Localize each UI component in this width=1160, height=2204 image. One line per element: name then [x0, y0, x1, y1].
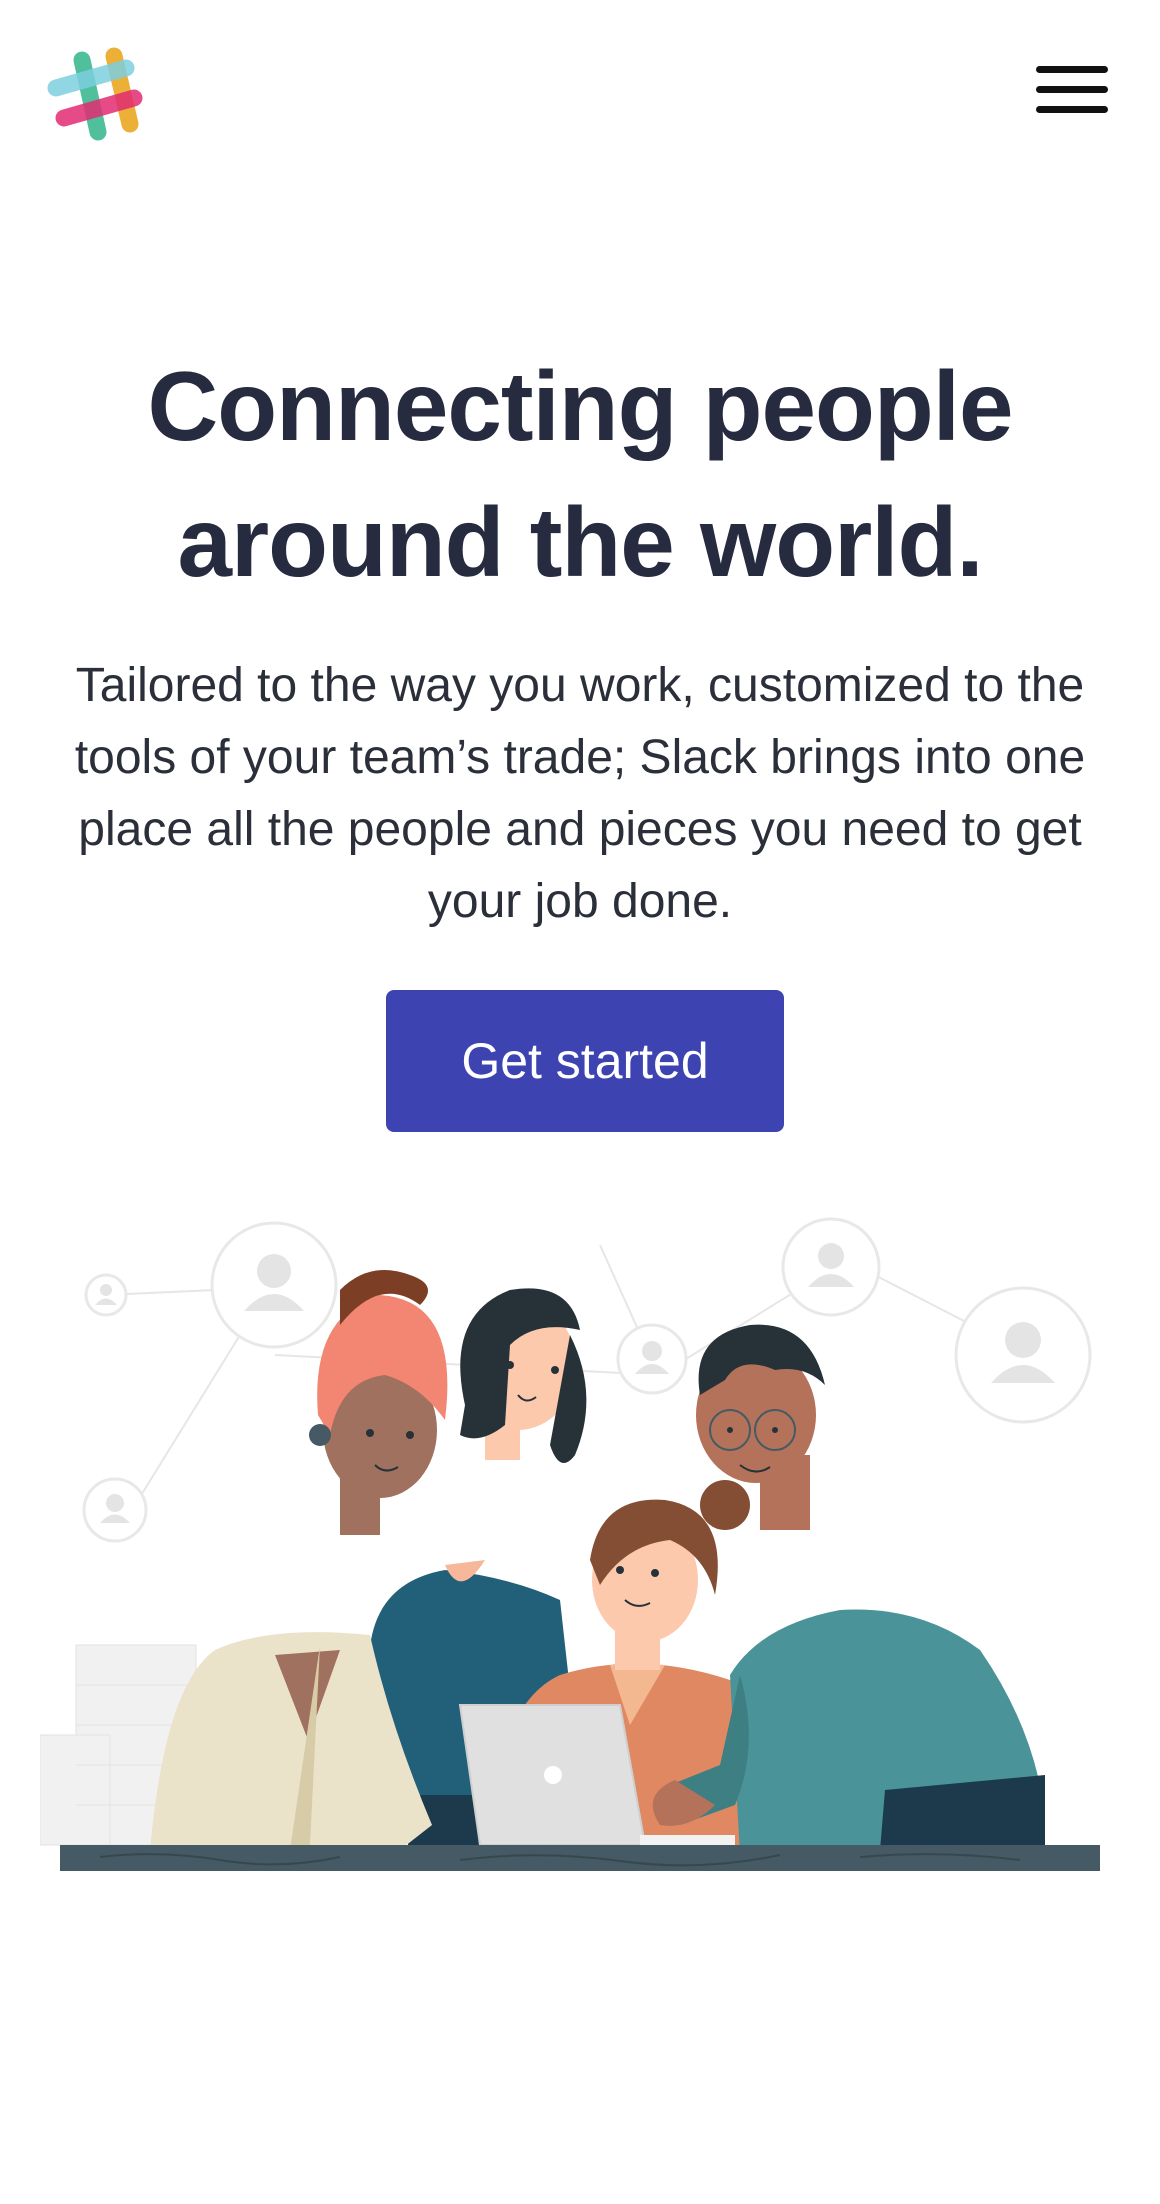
title-line-2: around the world. — [177, 487, 983, 597]
get-started-button[interactable]: Get started — [386, 990, 784, 1132]
page-title: Connecting people around the world. — [0, 338, 1160, 610]
slack-logo-icon[interactable] — [44, 44, 144, 144]
title-line-1: Connecting people — [147, 351, 1014, 461]
hamburger-menu-icon[interactable] — [1036, 62, 1112, 122]
network-avatar-icons — [82, 1217, 1092, 1543]
desk — [60, 1845, 1100, 1871]
team-collaboration-illustration — [39, 1205, 1120, 1885]
hero-subtitle: Tailored to the way you work, customized… — [74, 659, 1086, 928]
